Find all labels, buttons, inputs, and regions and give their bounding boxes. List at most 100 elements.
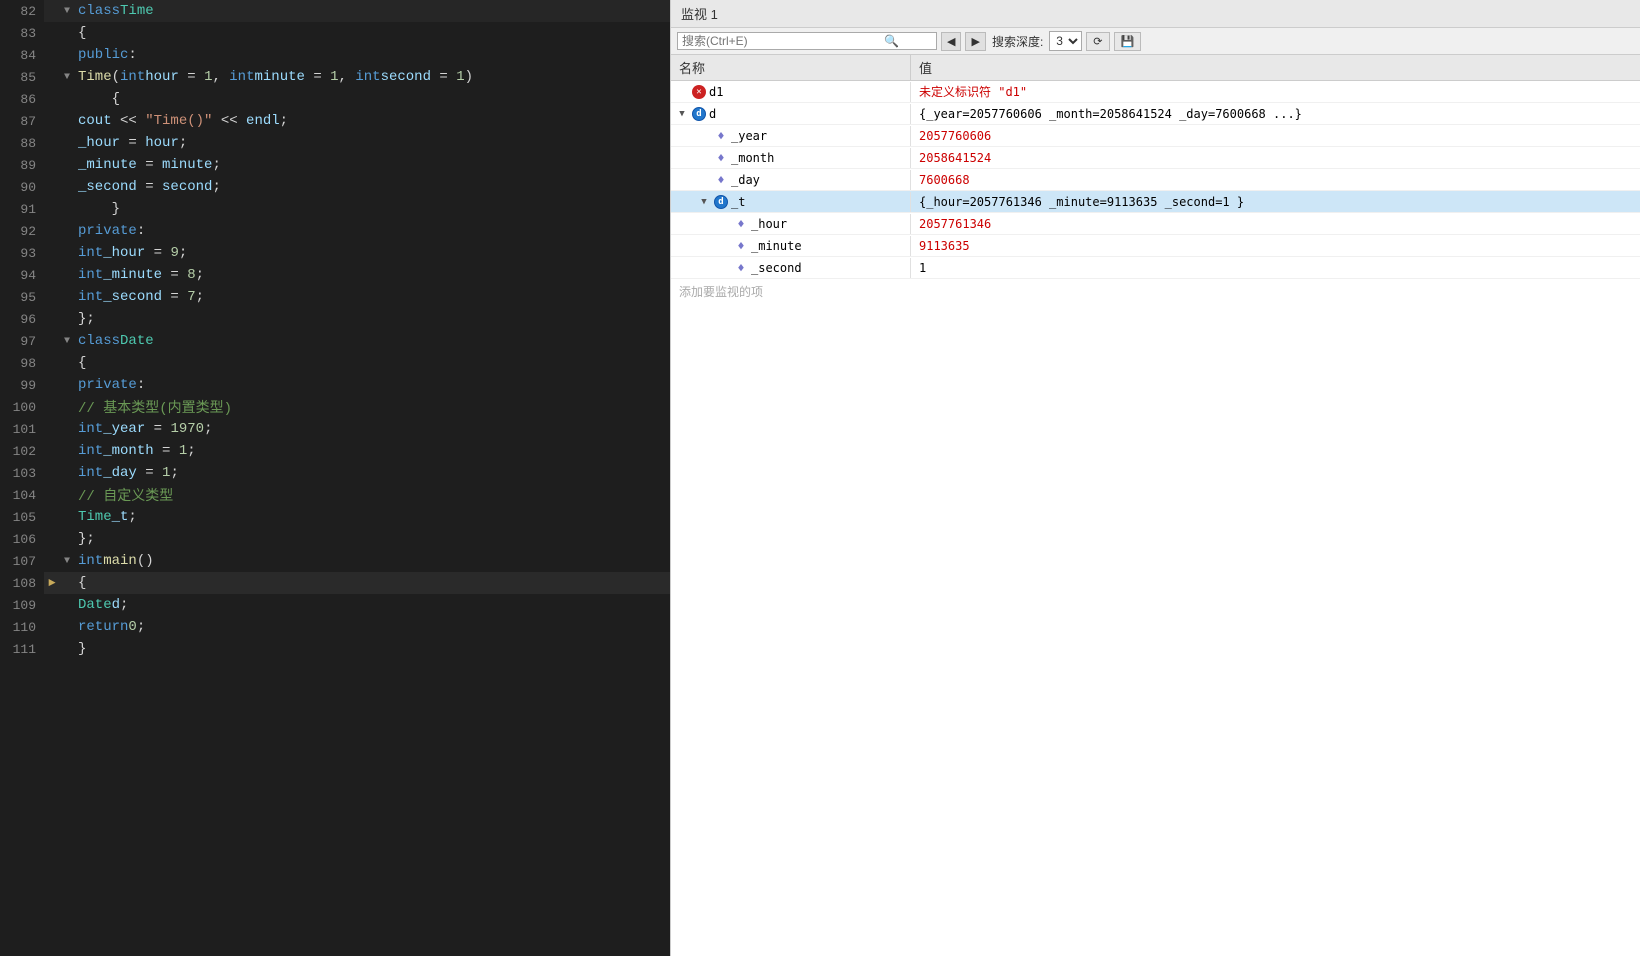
editor-panel: 82▼class Time83{84public:85 ▼ Time(int ho… bbox=[0, 0, 670, 956]
save-icon: 💾 bbox=[1121, 35, 1135, 48]
debug-arrow-86 bbox=[44, 88, 60, 110]
code-line-111[interactable]: 111} bbox=[0, 638, 670, 660]
watch-rows-container[interactable]: ✕d1未定义标识符 "d1"▼dd{_year=2057760606 _mont… bbox=[671, 81, 1640, 279]
code-line-96[interactable]: 96}; bbox=[0, 308, 670, 330]
expand-button bbox=[697, 151, 711, 165]
watch-name-cell: ♦_hour bbox=[671, 214, 911, 234]
watch-toolbar: 🔍 ◀ ▶ 搜索深度: 1 2 3 4 5 ⟳ 💾 bbox=[671, 28, 1640, 55]
code-line-101[interactable]: 101 int _year = 1970; bbox=[0, 418, 670, 440]
fold-indicator-107[interactable]: ▼ bbox=[60, 550, 74, 572]
code-content-86: { bbox=[74, 88, 670, 110]
code-line-107[interactable]: 107▼int main() bbox=[0, 550, 670, 572]
fold-indicator-111 bbox=[60, 638, 74, 660]
watch-name-cell: ♦_second bbox=[671, 258, 911, 278]
watch-table[interactable]: 名称 值 ✕d1未定义标识符 "d1"▼dd{_year=2057760606 … bbox=[671, 55, 1640, 956]
code-line-106[interactable]: 106}; bbox=[0, 528, 670, 550]
code-content-88: _hour = hour; bbox=[74, 132, 670, 154]
forward-button[interactable]: ▶ bbox=[965, 32, 985, 51]
code-line-102[interactable]: 102 int _month = 1; bbox=[0, 440, 670, 462]
debug-arrow-99 bbox=[44, 374, 60, 396]
code-content-104: // 自定义类型 bbox=[74, 484, 670, 506]
code-line-98[interactable]: 98{ bbox=[0, 352, 670, 374]
line-number-88: 88 bbox=[0, 132, 44, 154]
line-number-92: 92 bbox=[0, 220, 44, 242]
debug-arrow-83 bbox=[44, 22, 60, 44]
watch-row[interactable]: ♦_day7600668 bbox=[671, 169, 1640, 191]
debug-arrow-93 bbox=[44, 242, 60, 264]
code-line-86[interactable]: 86 { bbox=[0, 88, 670, 110]
debug-arrow-108: ► bbox=[44, 572, 60, 594]
fold-indicator-85[interactable]: ▼ bbox=[60, 66, 74, 88]
watch-row[interactable]: ♦_second1 bbox=[671, 257, 1640, 279]
search-button[interactable]: 🔍 bbox=[882, 34, 901, 48]
watch-row[interactable]: ♦_minute9113635 bbox=[671, 235, 1640, 257]
watch-row[interactable]: ♦_month2058641524 bbox=[671, 147, 1640, 169]
code-line-109[interactable]: 109 Date d; bbox=[0, 594, 670, 616]
code-line-89[interactable]: 89 _minute = minute; bbox=[0, 154, 670, 176]
code-content-95: int _second = 7; bbox=[74, 286, 670, 308]
code-line-100[interactable]: 100 // 基本类型(内置类型) bbox=[0, 396, 670, 418]
watch-row[interactable]: ▼d_t{_hour=2057761346 _minute=9113635 _s… bbox=[671, 191, 1640, 213]
code-content-98: { bbox=[74, 352, 670, 374]
code-content-85: Time(int hour = 1, int minute = 1, int s… bbox=[74, 66, 670, 88]
watch-item-icon: d bbox=[713, 194, 729, 210]
code-line-88[interactable]: 88 _hour = hour; bbox=[0, 132, 670, 154]
fold-indicator-83 bbox=[60, 22, 74, 44]
expand-button[interactable]: ▼ bbox=[697, 195, 711, 209]
debug-arrow-102 bbox=[44, 440, 60, 462]
watch-row[interactable]: ♦_year2057760606 bbox=[671, 125, 1640, 147]
watch-item-value: 1 bbox=[911, 259, 1640, 277]
code-line-104[interactable]: 104 // 自定义类型 bbox=[0, 484, 670, 506]
watch-item-name: _month bbox=[731, 151, 774, 165]
watch-row[interactable]: ▼dd{_year=2057760606 _month=2058641524 _… bbox=[671, 103, 1640, 125]
expand-button bbox=[717, 239, 731, 253]
debug-arrow-85 bbox=[44, 66, 60, 88]
add-watch-row[interactable]: 添加要监视的项 bbox=[671, 279, 1640, 304]
code-line-87[interactable]: 87 cout << "Time()" << endl; bbox=[0, 110, 670, 132]
code-line-108[interactable]: 108►{ bbox=[0, 572, 670, 594]
code-line-92[interactable]: 92private: bbox=[0, 220, 670, 242]
fold-indicator-90 bbox=[60, 176, 74, 198]
depth-select[interactable]: 1 2 3 4 5 bbox=[1049, 31, 1082, 51]
code-line-82[interactable]: 82▼class Time bbox=[0, 0, 670, 22]
code-line-85[interactable]: 85 ▼ Time(int hour = 1, int minute = 1, i… bbox=[0, 66, 670, 88]
code-line-84[interactable]: 84public: bbox=[0, 44, 670, 66]
watch-row[interactable]: ✕d1未定义标识符 "d1" bbox=[671, 81, 1640, 103]
expand-button[interactable]: ▼ bbox=[675, 107, 689, 121]
code-content-87: cout << "Time()" << endl; bbox=[74, 110, 670, 132]
fold-indicator-97[interactable]: ▼ bbox=[60, 330, 74, 352]
line-number-85: 85 bbox=[0, 66, 44, 88]
code-line-83[interactable]: 83{ bbox=[0, 22, 670, 44]
back-button[interactable]: ◀ bbox=[941, 32, 961, 51]
search-input[interactable] bbox=[682, 34, 882, 48]
code-line-94[interactable]: 94 int _minute = 8; bbox=[0, 264, 670, 286]
code-line-90[interactable]: 90 _second = second; bbox=[0, 176, 670, 198]
code-line-97[interactable]: 97▼class Date bbox=[0, 330, 670, 352]
code-line-99[interactable]: 99private: bbox=[0, 374, 670, 396]
fold-indicator-86 bbox=[60, 88, 74, 110]
watch-item-value: 2058641524 bbox=[911, 149, 1640, 167]
code-content-83: { bbox=[74, 22, 670, 44]
fold-indicator-82[interactable]: ▼ bbox=[60, 0, 74, 22]
line-number-96: 96 bbox=[0, 308, 44, 330]
code-content-109: Date d; bbox=[74, 594, 670, 616]
search-box[interactable]: 🔍 bbox=[677, 32, 937, 50]
watch-item-name: d bbox=[709, 107, 716, 121]
code-area[interactable]: 82▼class Time83{84public:85 ▼ Time(int ho… bbox=[0, 0, 670, 956]
code-line-93[interactable]: 93 int _hour = 9; bbox=[0, 242, 670, 264]
debug-arrow-82 bbox=[44, 0, 60, 22]
code-content-110: return 0; bbox=[74, 616, 670, 638]
line-number-100: 100 bbox=[0, 396, 44, 418]
watch-row[interactable]: ♦_hour2057761346 bbox=[671, 213, 1640, 235]
code-line-105[interactable]: 105 Time _t; bbox=[0, 506, 670, 528]
save-button[interactable]: 💾 bbox=[1114, 32, 1142, 51]
code-line-103[interactable]: 103 int _day = 1; bbox=[0, 462, 670, 484]
watch-item-value: {_hour=2057761346 _minute=9113635 _secon… bbox=[911, 193, 1640, 211]
refresh-button[interactable]: ⟳ bbox=[1086, 32, 1109, 51]
fold-indicator-103 bbox=[60, 462, 74, 484]
code-line-91[interactable]: 91 } bbox=[0, 198, 670, 220]
watch-item-name: d1 bbox=[709, 85, 723, 99]
line-number-101: 101 bbox=[0, 418, 44, 440]
code-line-95[interactable]: 95 int _second = 7; bbox=[0, 286, 670, 308]
code-line-110[interactable]: 110 return 0; bbox=[0, 616, 670, 638]
